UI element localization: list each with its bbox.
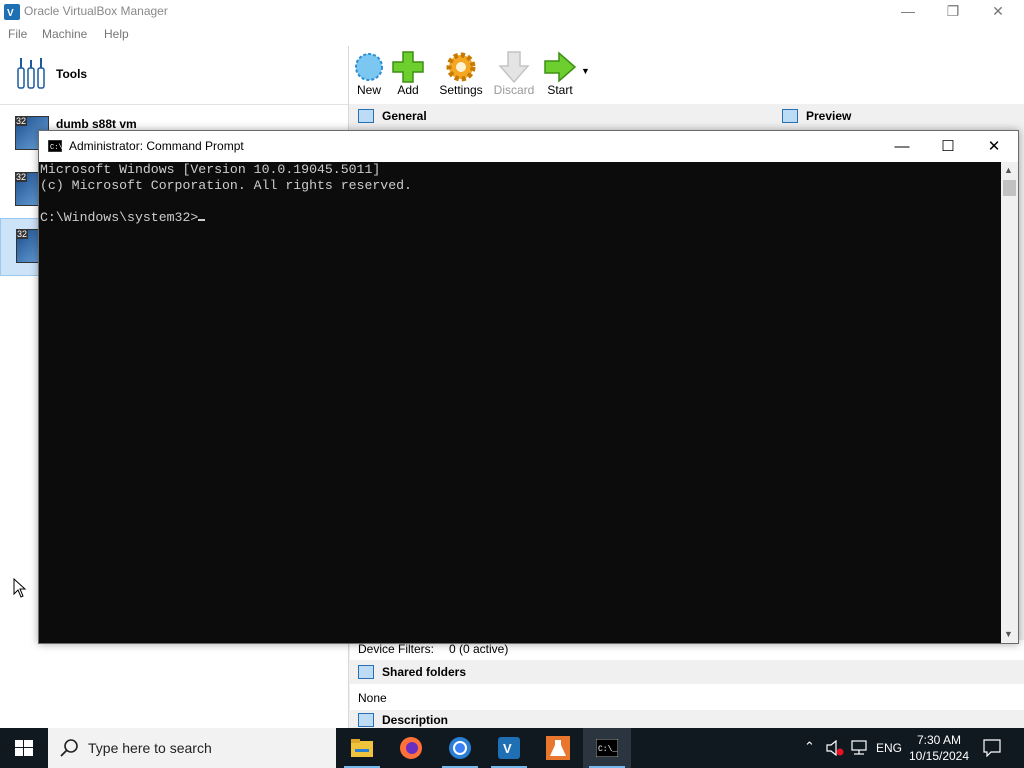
discard-button: Discard — [489, 48, 539, 100]
virtualbox-logo-icon: V — [4, 4, 20, 20]
preview-monitor-icon — [782, 109, 798, 123]
taskbar-command-prompt[interactable]: C:\_ — [583, 728, 631, 768]
cmd-line — [40, 194, 412, 210]
notification-center-icon[interactable] — [983, 739, 1001, 757]
taskbar-virtualbox[interactable]: V — [485, 728, 533, 768]
shared-folders-value: None — [358, 691, 387, 705]
cmd-scrollbar[interactable]: ▲ ▼ — [1001, 162, 1018, 643]
vm-name: dumb s88t vm — [56, 117, 137, 131]
description-section-header[interactable]: Description — [350, 710, 1024, 728]
tools-label: Tools — [56, 67, 88, 81]
start-arrow-icon — [544, 51, 577, 83]
taskbar-search-box[interactable]: Type here to search — [48, 728, 336, 768]
discard-arrow-icon — [498, 51, 530, 84]
settings-button[interactable]: Settings — [436, 48, 486, 100]
svg-text:V: V — [503, 741, 512, 756]
vb-window-title: Oracle VirtualBox Manager — [24, 4, 168, 18]
search-placeholder: Type here to search — [88, 740, 212, 756]
vb-minimize-button[interactable]: — — [888, 2, 928, 22]
cmd-cursor — [198, 219, 206, 221]
flask-icon — [546, 736, 570, 760]
taskbar-clock[interactable]: 7:30 AM 10/15/2024 — [896, 732, 982, 764]
mouse-pointer-icon — [13, 578, 27, 598]
discard-label: Discard — [493, 83, 535, 97]
vm-arch-badge: 32 — [15, 116, 28, 126]
windows-start-icon[interactable] — [15, 740, 33, 756]
vb-restore-button[interactable]: ❐ — [933, 2, 973, 22]
taskbar-lab-app[interactable] — [534, 728, 582, 768]
clock-time: 7:30 AM — [916, 733, 962, 747]
new-icon — [355, 53, 383, 81]
svg-text:C:\: C:\ — [50, 144, 62, 152]
clock-date: 10/15/2024 — [908, 749, 970, 763]
cmd-close-button[interactable]: ✕ — [971, 131, 1017, 162]
general-monitor-icon — [358, 109, 374, 123]
start-dropdown-arrow-icon[interactable]: ▼ — [581, 66, 590, 76]
cmd-output: Microsoft Windows [Version 10.0.19045.50… — [40, 162, 412, 226]
search-icon — [60, 739, 78, 757]
shared-folders-icon — [358, 665, 374, 679]
shared-folders-section-header[interactable]: Shared folders — [350, 660, 1024, 684]
vb-toolbar: New Add Settings Discard Start ▼ — [349, 46, 1024, 104]
cmd-line: Microsoft Windows [Version 10.0.19045.50… — [40, 162, 381, 177]
cmd-maximize-button[interactable]: ☐ — [925, 131, 971, 162]
description-icon — [358, 713, 374, 727]
preview-title: Preview — [806, 109, 852, 123]
svg-text:C:\_: C:\_ — [598, 745, 617, 754]
usb-device-filters-value: 0 (0 active) — [449, 642, 509, 656]
settings-gear-icon — [446, 52, 476, 82]
taskbar: Type here to search V C:\_ ⌃ ENG 7:30 AM… — [0, 728, 1024, 768]
command-prompt-window[interactable]: C:\ Administrator: Command Prompt — ☐ ✕ … — [38, 130, 1019, 644]
shared-folders-title: Shared folders — [382, 665, 467, 679]
description-title: Description — [382, 713, 449, 727]
menu-machine[interactable]: Machine — [42, 27, 87, 41]
virtualbox-icon: V — [498, 737, 520, 759]
vb-menubar: File Machine Help — [0, 24, 1024, 46]
tools-item[interactable]: Tools — [0, 46, 348, 105]
svg-text:V: V — [7, 8, 14, 19]
menu-help[interactable]: Help — [104, 27, 129, 41]
cmd-titlebar[interactable]: C:\ Administrator: Command Prompt — ☐ ✕ — [39, 131, 1018, 162]
taskbar-file-explorer[interactable] — [338, 728, 386, 768]
tray-overflow-chevron-icon[interactable]: ⌃ — [804, 739, 815, 755]
taskbar-firefox[interactable] — [387, 728, 435, 768]
add-label: Add — [397, 83, 419, 97]
volume-muted-icon[interactable] — [826, 740, 844, 756]
general-title: General — [382, 109, 427, 123]
scroll-down-arrow-icon[interactable]: ▼ — [1004, 629, 1013, 639]
vb-titlebar: V Oracle VirtualBox Manager — ❐ ✕ — [0, 0, 1024, 24]
settings-label: Settings — [439, 83, 483, 97]
start-button[interactable]: Start — [535, 48, 585, 100]
scrollbar-thumb[interactable] — [1003, 180, 1016, 196]
vm-arch-badge: 32 — [15, 172, 28, 182]
add-button[interactable]: Add — [383, 48, 433, 100]
cmd-window-title: Administrator: Command Prompt — [69, 139, 244, 153]
menu-file[interactable]: File — [8, 27, 27, 41]
preview-section-header[interactable]: Preview — [774, 104, 1024, 128]
general-section-header[interactable]: General — [350, 104, 772, 128]
vb-close-button[interactable]: ✕ — [978, 2, 1018, 22]
command-prompt-icon: C:\_ — [596, 739, 618, 757]
network-icon[interactable] — [850, 740, 868, 756]
cmd-console-area[interactable]: Microsoft Windows [Version 10.0.19045.50… — [39, 162, 1001, 643]
add-icon — [392, 51, 424, 83]
cmd-minimize-button[interactable]: — — [879, 131, 925, 162]
taskbar-chrome[interactable] — [436, 728, 484, 768]
cmd-line: (c) Microsoft Corporation. All rights re… — [40, 178, 412, 193]
scroll-up-arrow-icon[interactable]: ▲ — [1004, 165, 1013, 175]
details-bottom-area: Device Filters: 0 (0 active) Shared fold… — [350, 640, 1024, 728]
chrome-icon — [449, 737, 471, 759]
firefox-icon — [400, 737, 422, 759]
cmd-prompt-line: C:\Windows\system32> — [40, 210, 412, 226]
usb-device-filters-label: Device Filters: — [358, 642, 435, 656]
file-explorer-icon — [351, 739, 373, 757]
cmd-prompt: C:\Windows\system32> — [40, 210, 199, 225]
start-label: Start — [547, 83, 573, 97]
tools-icon — [17, 58, 45, 89]
cmd-app-icon: C:\ — [48, 140, 62, 152]
vm-arch-badge: 32 — [16, 229, 29, 239]
